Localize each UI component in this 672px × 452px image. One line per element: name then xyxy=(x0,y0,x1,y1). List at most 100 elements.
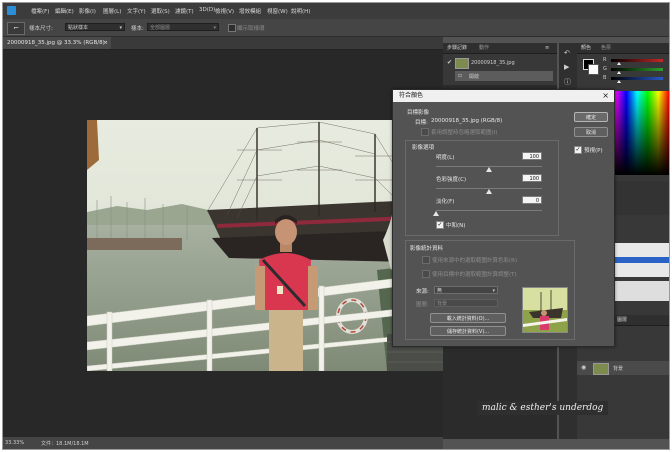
panel-menu-icon[interactable]: ≡ xyxy=(545,43,549,53)
history-step[interactable]: ▫ 開啟 xyxy=(455,71,553,81)
color-slider-thumb[interactable] xyxy=(616,62,621,65)
fade-slider-thumb[interactable] xyxy=(433,211,439,216)
layer-select[interactable]: 背景 xyxy=(434,299,498,307)
tab-color[interactable]: 顏色 xyxy=(581,43,591,53)
document-icon: ▫ xyxy=(458,72,463,79)
close-icon[interactable]: × xyxy=(103,37,108,49)
watermark-text: malic & esther's underdog xyxy=(482,403,604,413)
use-selection-source-checkbox[interactable] xyxy=(422,256,430,264)
info-icon[interactable]: ⓘ xyxy=(564,77,571,87)
color-slider-thumb[interactable] xyxy=(616,80,621,83)
watermark: malic & esther's underdog xyxy=(477,401,609,415)
history-snapshot[interactable]: ✔ 20000918_35.jpg xyxy=(445,57,553,69)
tab-actions[interactable]: 動作 xyxy=(479,43,489,53)
color-tabs: 顏色 色票 xyxy=(577,43,669,54)
stats-heading: 影像統計資料 xyxy=(410,246,444,252)
intensity-input[interactable]: 100 xyxy=(522,174,542,182)
menu-item[interactable]: 圖層(L) xyxy=(103,7,121,15)
ok-button[interactable]: 確定 xyxy=(574,112,608,122)
layer-label: 圖層: xyxy=(416,302,429,308)
use-selection-target-checkbox[interactable] xyxy=(422,270,430,278)
history-step-label: 開啟 xyxy=(469,74,480,80)
chevron-down-icon: ▾ xyxy=(213,25,216,31)
document-tab-bar: 20000918_35.jpg @ 33.3% (RGB/8) × xyxy=(3,37,443,50)
ps-logo-icon xyxy=(7,6,16,15)
ignore-selection-checkbox[interactable] xyxy=(421,128,429,136)
history-icon[interactable]: ↶ xyxy=(564,49,570,57)
use-selection-source-label: 使用來源中的選取範圍計算色彩(R) xyxy=(432,258,518,264)
eyedropper-tool-icon[interactable]: ⌐ xyxy=(7,22,25,35)
save-statistics-button[interactable]: 儲存統計資料(V)... xyxy=(430,326,506,336)
history-tabs: 步驟記錄 動作 ≡ xyxy=(443,43,557,54)
dialog-title: 符合顏色 xyxy=(399,92,424,99)
tab-history[interactable]: 步驟記錄 xyxy=(447,43,467,53)
intensity-label: 色彩強度(C) xyxy=(436,177,467,183)
match-color-dialog: 符合顏色 × 目標影像 目標: 20000918_35.jpg (RGB/8) … xyxy=(392,89,615,347)
menu-item[interactable]: 說明(H) xyxy=(291,7,310,15)
color-slider-thumb[interactable] xyxy=(616,71,621,74)
target-label: 目標: xyxy=(415,120,428,126)
sample-label: 樣本: xyxy=(131,26,144,32)
luminance-slider-thumb[interactable] xyxy=(486,167,492,172)
play-icon[interactable]: ▶ xyxy=(564,63,569,71)
sample-size-label: 樣本尺寸: xyxy=(29,26,53,32)
luminance-input[interactable]: 100 xyxy=(522,152,542,160)
preview-checkbox[interactable]: ✓ xyxy=(574,146,582,154)
color-slider-g[interactable]: G xyxy=(603,66,665,74)
fade-slider[interactable] xyxy=(436,210,542,211)
sample-select[interactable]: 全部圖層 ▾ xyxy=(147,23,219,31)
snapshot-thumbnail xyxy=(455,58,469,69)
menu-item[interactable]: 文字(Y) xyxy=(127,7,146,15)
show-ring-checkbox[interactable] xyxy=(228,24,236,32)
options-bar: ⌐ 樣本尺寸: 點狀樣本 ▾ 樣本: 全部圖層 ▾ 顯示取樣環 xyxy=(3,19,669,37)
color-slider-label: G xyxy=(603,66,607,72)
source-select[interactable]: 無 ▾ xyxy=(434,286,498,294)
sample-size-select[interactable]: 點狀樣本 ▾ xyxy=(65,23,125,31)
status-bar: 33.33% 文件：18.1M/18.1M xyxy=(3,437,443,449)
brush-source-icon: ✔ xyxy=(447,59,453,66)
options-heading: 影像選項 xyxy=(412,145,435,151)
cancel-button[interactable]: 取消 xyxy=(574,127,608,137)
tab-swatches[interactable]: 色票 xyxy=(601,43,611,53)
color-slider-label: R xyxy=(603,57,607,63)
color-slider-r[interactable]: R xyxy=(603,57,665,65)
tab-layers[interactable]: 圖層 xyxy=(617,315,627,325)
dialog-title-bar: 符合顏色 × xyxy=(393,90,614,102)
menu-item[interactable]: 檢視(V) xyxy=(215,7,234,15)
neutralize-label: 中和(N) xyxy=(446,223,466,229)
layer-thumbnail xyxy=(593,363,609,375)
menu-item[interactable]: 增效模組 xyxy=(239,7,261,15)
load-statistics-button[interactable]: 載入統計資料(O)... xyxy=(430,313,506,323)
eye-icon[interactable]: ◉ xyxy=(581,364,586,371)
layer-row[interactable]: ◉ 背景 xyxy=(577,361,669,375)
preview-label: 預視(P) xyxy=(584,148,603,154)
chevron-down-icon: ▾ xyxy=(492,288,495,294)
document-tab-label: 20000918_35.jpg @ 33.3% (RGB/8) xyxy=(7,40,105,46)
target-heading: 目標影像 xyxy=(407,110,430,116)
sample-value: 全部圖層 xyxy=(150,25,171,31)
menu-item[interactable]: 編輯(E) xyxy=(55,7,74,15)
menu-item[interactable]: 濾鏡(T) xyxy=(175,7,194,15)
color-slider-b[interactable]: B xyxy=(603,75,665,83)
canvas-area xyxy=(3,50,465,439)
history-panel: 步驟記錄 動作 ≡ ✔ 20000918_35.jpg ▫ 開啟 xyxy=(443,43,557,85)
snapshot-label: 20000918_35.jpg xyxy=(471,60,515,66)
menu-item[interactable]: 檔案(F) xyxy=(31,7,49,15)
show-ring-label: 顯示取樣環 xyxy=(237,26,265,32)
source-preview-thumbnail xyxy=(522,287,568,333)
image-statistics-section: 影像統計資料 使用來源中的選取範圍計算色彩(R) 使用目標中的選取範圍計算調整(… xyxy=(405,240,575,340)
ignore-selection-label: 套用調整時忽略選取範圍(I) xyxy=(431,130,498,136)
close-icon[interactable]: × xyxy=(602,90,609,102)
menu-item[interactable]: 影像(I) xyxy=(79,7,96,15)
neutralize-checkbox[interactable]: ✓ xyxy=(436,221,444,229)
menu-item[interactable]: 視窗(W) xyxy=(267,7,288,15)
menu-item[interactable]: 選取(S) xyxy=(151,7,170,15)
fade-input[interactable]: 0 xyxy=(522,196,542,204)
background-color-swatch[interactable] xyxy=(588,64,599,75)
source-label: 來源: xyxy=(416,289,429,295)
menu-item[interactable]: 3D(D) xyxy=(199,7,215,13)
zoom-level[interactable]: 33.33% xyxy=(5,440,24,446)
document-tab[interactable]: 20000918_35.jpg @ 33.3% (RGB/8) × xyxy=(3,37,111,49)
sample-size-value: 點狀樣本 xyxy=(68,25,89,31)
intensity-slider-thumb[interactable] xyxy=(486,189,492,194)
